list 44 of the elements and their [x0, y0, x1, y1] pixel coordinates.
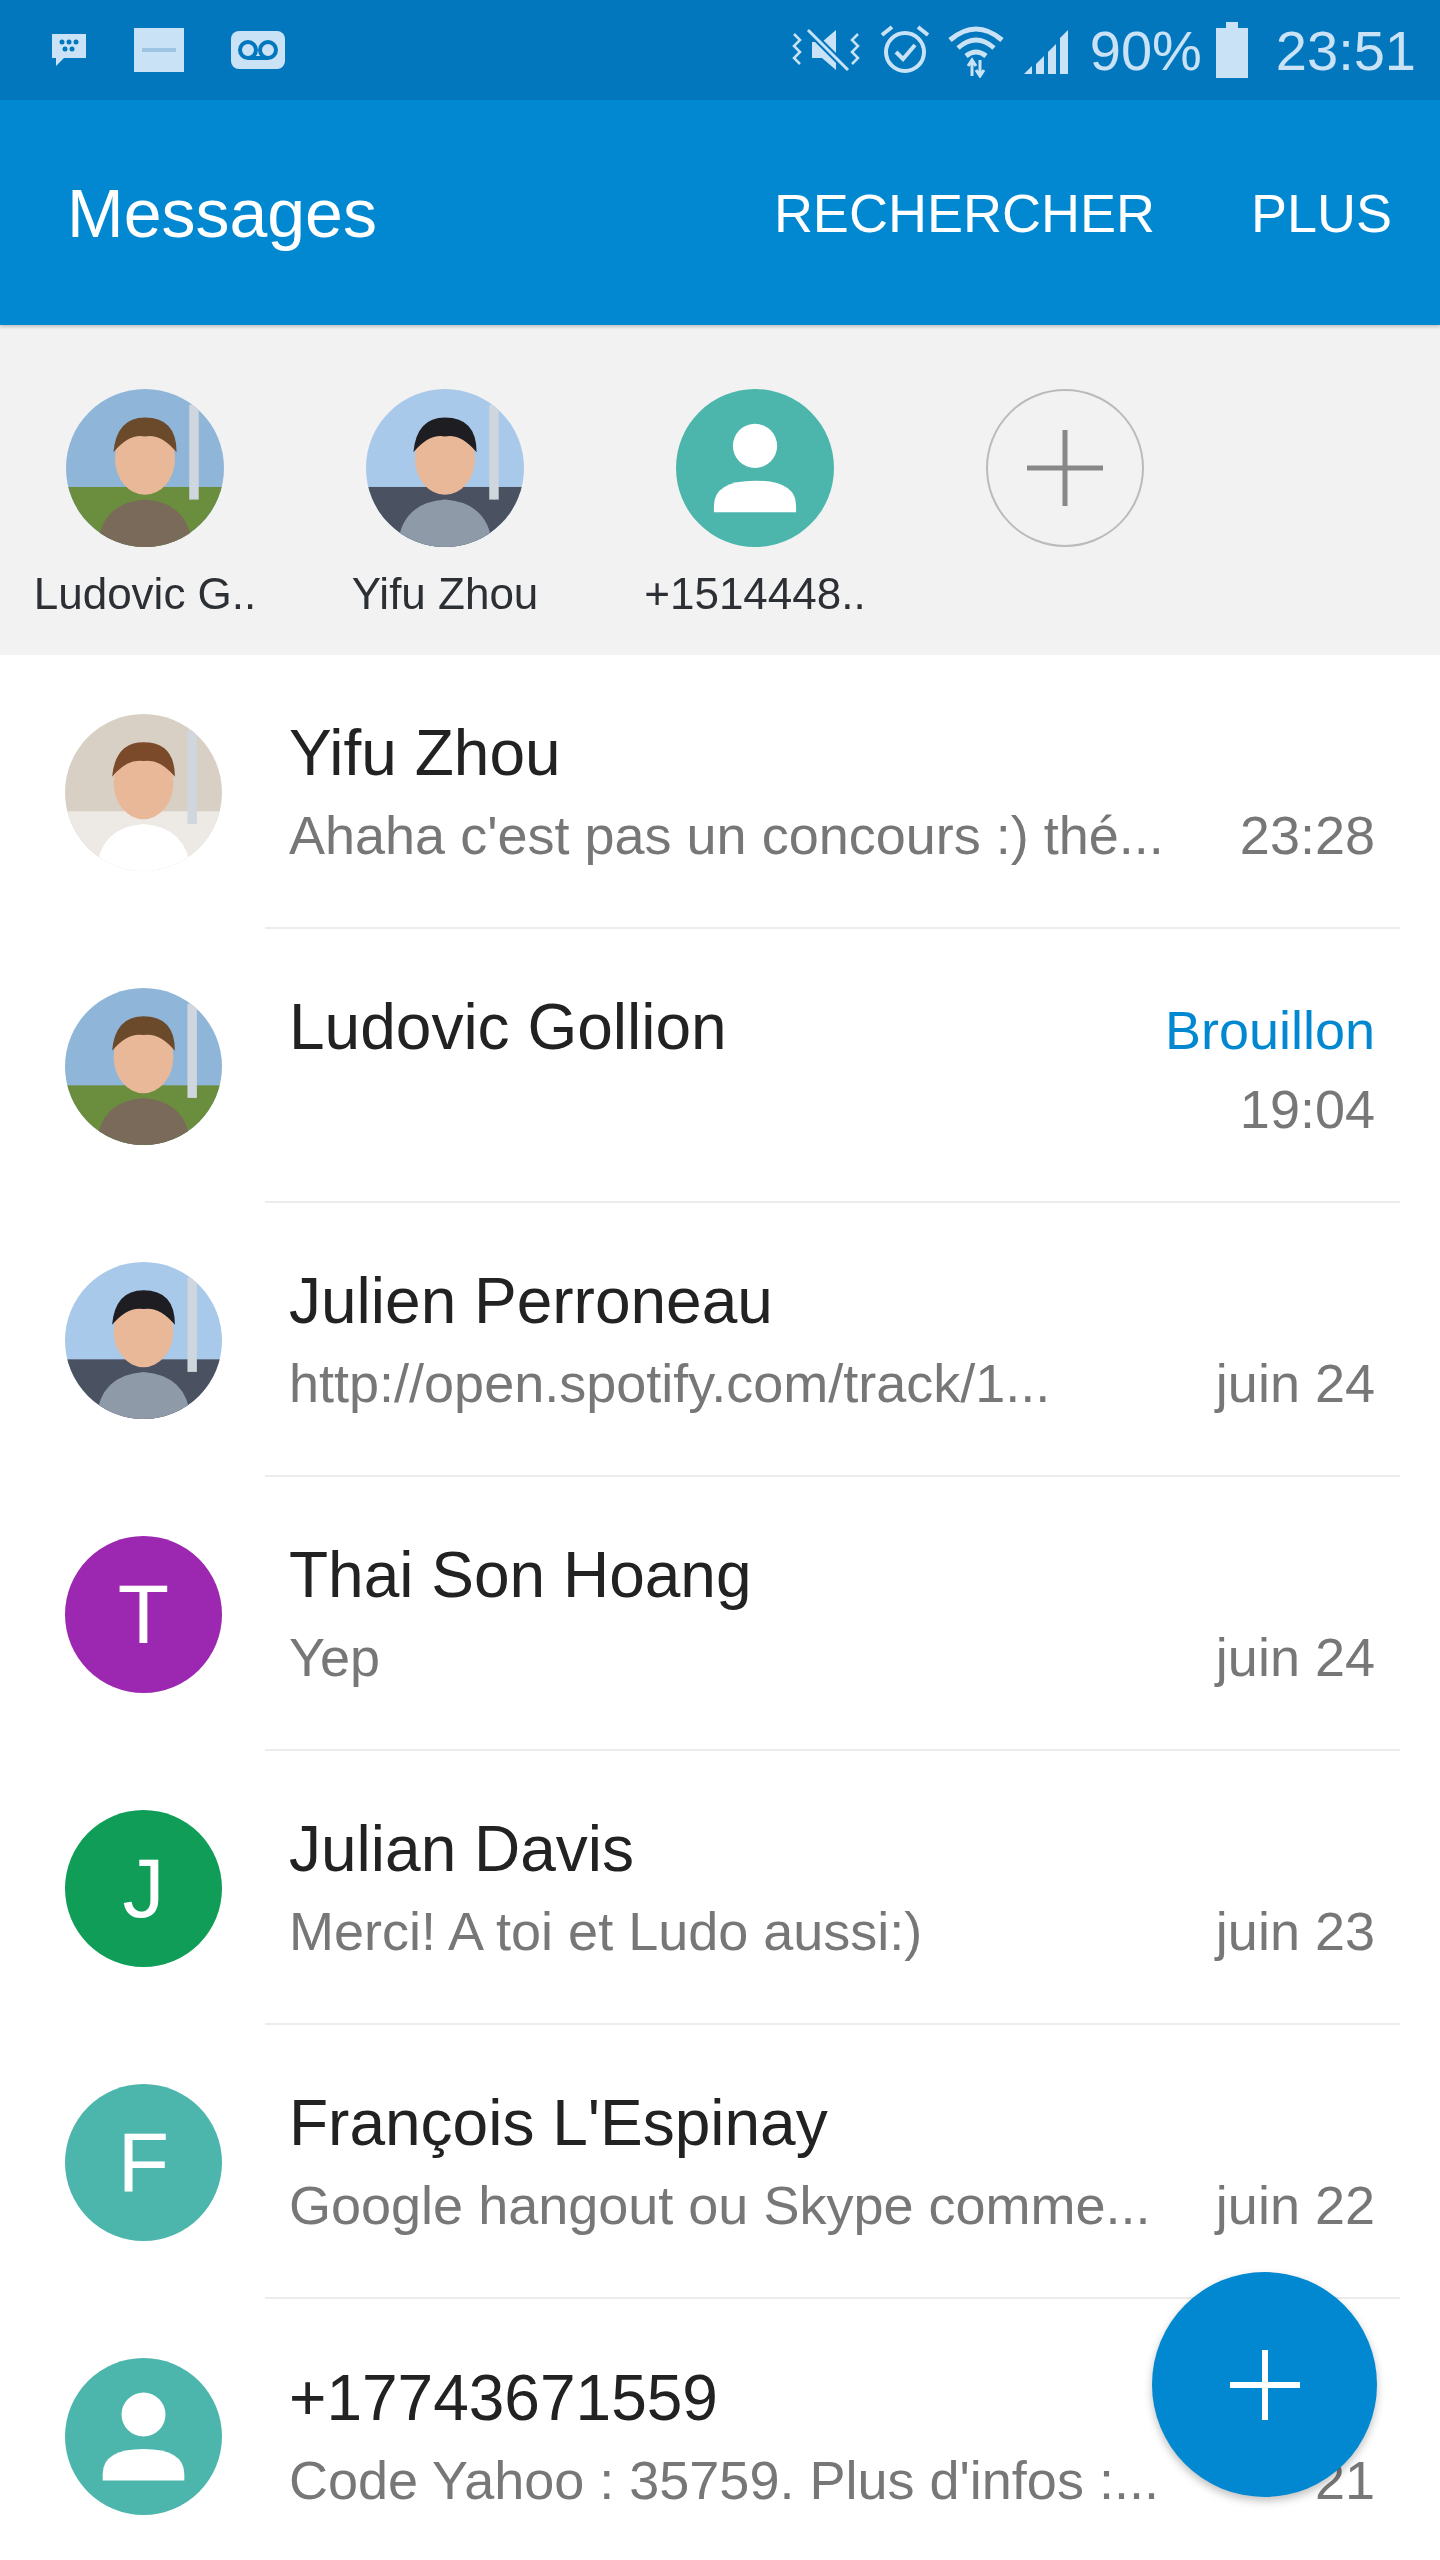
conversation-item[interactable]: Julien Perroneau http://open.spotify.com/track/1... juin 24: [265, 1203, 1400, 1477]
action-button[interactable]: RECHERCHER: [773, 181, 1155, 244]
battery-percentage: 90%: [1089, 17, 1202, 83]
message-time: juin 22: [1215, 2174, 1375, 2236]
plus-icon: [1229, 2349, 1300, 2420]
draft-label: Brouillon: [1164, 999, 1375, 1061]
message-preview: Google hangout ou Skype comme...: [289, 2174, 1151, 2236]
clock: 23:51: [1275, 17, 1416, 83]
contact-name: Julian Davis: [289, 1812, 635, 1886]
contact-name: +1514448..: [644, 569, 866, 619]
contact-name: Yifu Zhou: [351, 569, 539, 619]
conversation-item[interactable]: Yifu Zhou Ahaha c'est pas un concours :) thé... 23:28: [265, 655, 1400, 929]
contact-name: Thai Son Hoang: [289, 1538, 752, 1612]
contact-name: Yifu Zhou: [289, 716, 561, 790]
message-preview: Merci! A toi et Ludo aussi:): [289, 1900, 923, 1962]
contact-name: Julien Perroneau: [289, 1264, 773, 1338]
message-time: juin 23: [1215, 1900, 1375, 1962]
conversation-item[interactable]: Ludovic Gollion Brouillon 19:04: [265, 929, 1400, 1203]
battery-icon: [1215, 22, 1248, 78]
screen-title: Messages: [67, 173, 378, 252]
message-preview: Ahaha c'est pas un concours :) thé...: [289, 804, 1164, 866]
action-button[interactable]: PLUS: [1250, 181, 1392, 244]
conversation-item[interactable]: Thai Son Hoang Yep juin 24: [265, 1477, 1400, 1751]
contact-name: François L'Espinay: [289, 2086, 828, 2160]
message-time: juin 24: [1215, 1352, 1375, 1414]
voicemail-icon: [230, 30, 286, 70]
letter-avatar: T: [65, 1535, 222, 1693]
message-time: 23:28: [1239, 804, 1375, 866]
message-preview: http://open.spotify.com/track/1...: [289, 1352, 1051, 1414]
message-time: juin 24: [1215, 1626, 1375, 1688]
message-time: 19:04: [1239, 1078, 1375, 1140]
letter-avatar: J: [65, 1809, 222, 1967]
plus-icon: [1025, 428, 1105, 508]
message-preview: Yep: [289, 1626, 381, 1688]
letter-avatar: F: [65, 2083, 222, 2241]
square-app-icon: [134, 28, 184, 72]
add-favorite-button[interactable]: [986, 389, 1144, 547]
contact-name: Ludovic Gollion: [289, 990, 727, 1064]
contact-avatar-icon[interactable]: [676, 389, 834, 547]
conversation-item[interactable]: Julian Davis Merci! A toi et Ludo aussi:) juin 23: [265, 1751, 1400, 2025]
contact-name: +17743671559: [289, 2361, 718, 2435]
message-preview: Code Yahoo : 35759. Plus d'infos :...: [289, 2449, 1159, 2511]
contact-name: Ludovic G..: [33, 569, 257, 619]
chat-icon: [50, 32, 88, 68]
